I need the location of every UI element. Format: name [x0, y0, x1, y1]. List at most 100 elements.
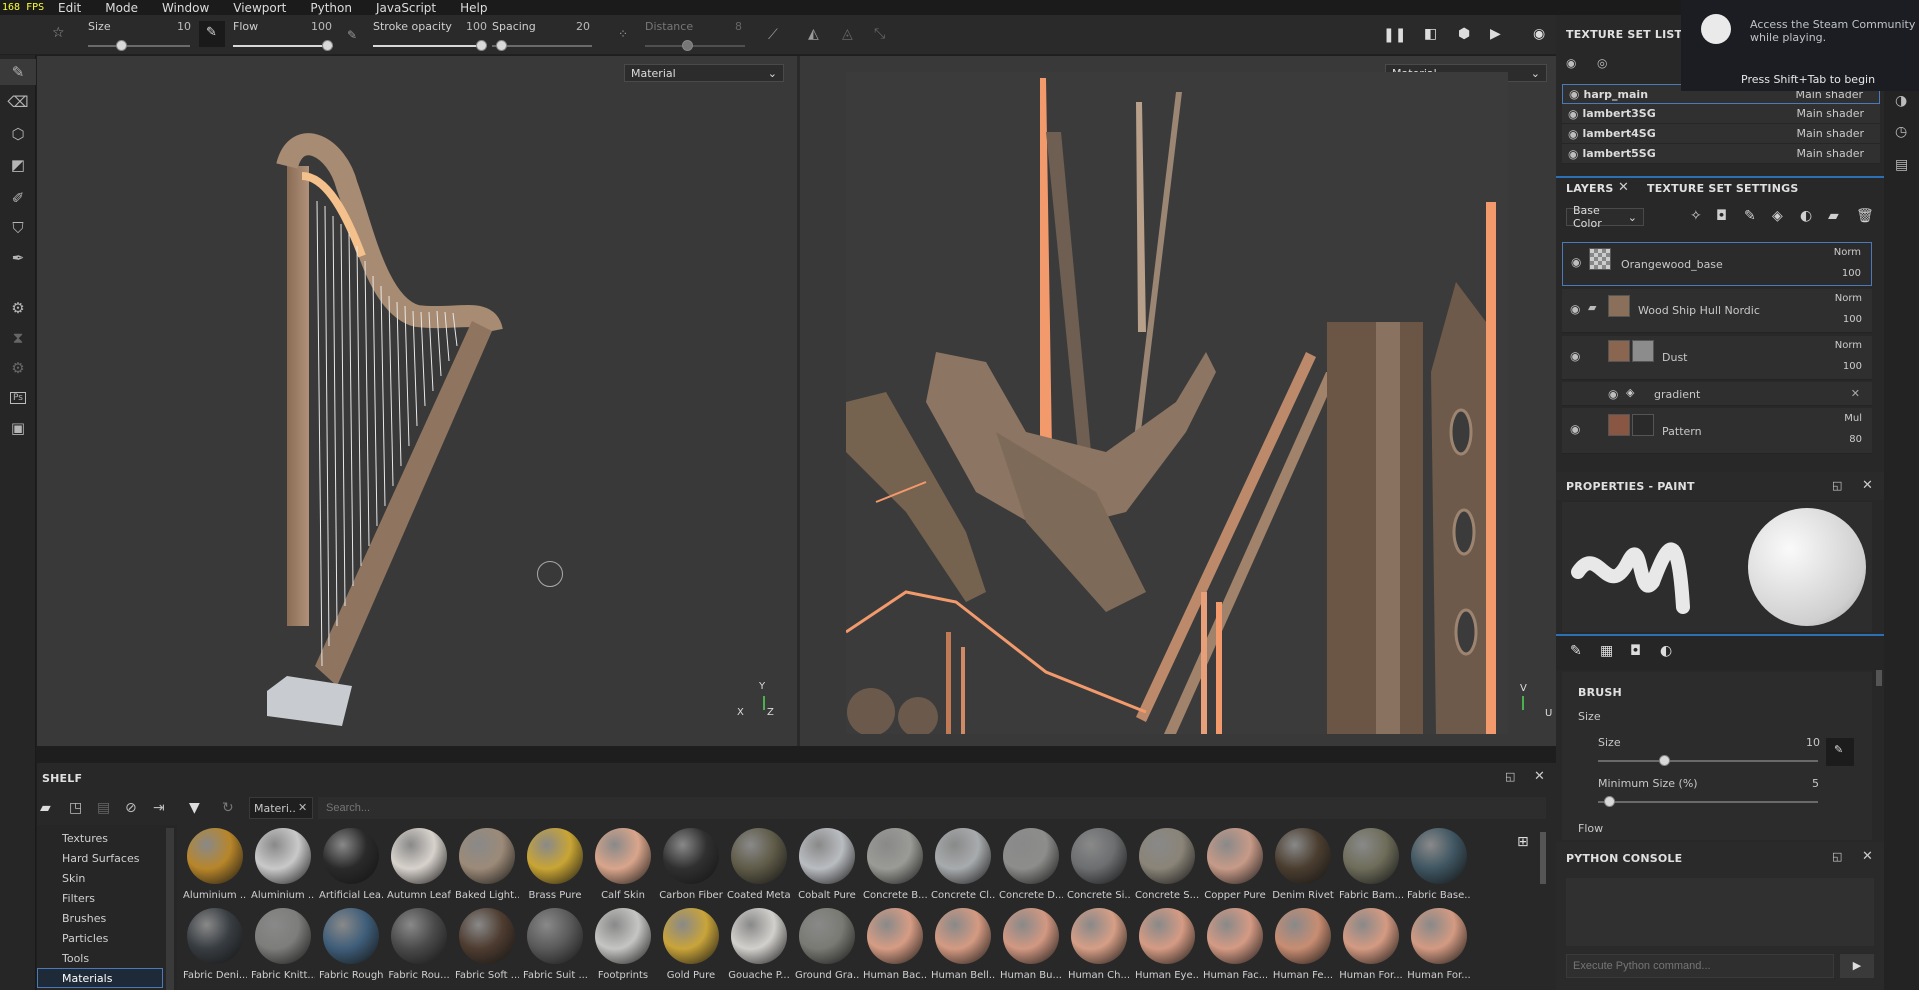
- layer-item[interactable]: ◉ Dust Norm 100: [1562, 336, 1872, 380]
- remove-filter-icon[interactable]: ✕: [298, 801, 307, 814]
- layer-item[interactable]: ◉ Pattern Mul 80: [1562, 408, 1872, 454]
- texture-set-shader[interactable]: Main shader: [1797, 107, 1864, 120]
- material-item[interactable]: Human Fac...: [1203, 908, 1267, 981]
- close-icon[interactable]: ✕: [1534, 769, 1545, 784]
- layer-item[interactable]: ◉ Orangewood_base Norm 100: [1562, 242, 1872, 286]
- visibility-icon[interactable]: ◉: [1569, 87, 1579, 101]
- eye-icon[interactable]: ◉: [1566, 56, 1576, 70]
- material-item[interactable]: Human For...: [1407, 908, 1471, 981]
- layer-blend-mode[interactable]: Norm: [1835, 293, 1862, 304]
- spacing-value[interactable]: 20: [576, 20, 590, 33]
- material-item[interactable]: Ground Gra...: [795, 908, 859, 981]
- material-item[interactable]: Fabric Deni...: [183, 908, 247, 981]
- distance-slider[interactable]: [645, 45, 745, 47]
- visibility-icon[interactable]: ◉: [1568, 107, 1578, 121]
- material-item[interactable]: Human Fe...: [1271, 908, 1335, 981]
- material-item[interactable]: Fabric Rou...: [387, 908, 451, 981]
- visibility-icon[interactable]: ◉: [1568, 147, 1578, 161]
- history-icon[interactable]: ◷: [1895, 124, 1907, 140]
- split-view-icon[interactable]: ◧: [1424, 26, 1437, 42]
- categories-scrollbar[interactable]: [166, 828, 174, 990]
- transform-icon[interactable]: ⤡: [874, 26, 885, 42]
- material-item[interactable]: Human Bell...: [931, 908, 995, 981]
- size-value[interactable]: 10: [177, 20, 191, 33]
- material-item[interactable]: Denim Rivet: [1271, 828, 1335, 901]
- refresh-icon[interactable]: ↻: [222, 800, 234, 816]
- texture-set-row[interactable]: ◉ lambert3SG Main shader: [1562, 104, 1880, 124]
- layer-blend-mode[interactable]: Norm: [1835, 340, 1862, 351]
- stroke-opacity-knob[interactable]: [476, 40, 487, 51]
- pause-icon[interactable]: ❚❚: [1383, 27, 1406, 43]
- visibility-icon[interactable]: ◉: [1570, 422, 1580, 436]
- menu-viewport[interactable]: Viewport: [221, 1, 298, 15]
- material-item[interactable]: Fabric Soft ...: [455, 908, 519, 981]
- layer-effect-item[interactable]: ◉ ◈ gradient ✕: [1562, 382, 1872, 406]
- material-item[interactable]: Carbon Fiber: [659, 828, 723, 901]
- photoshop-export-icon[interactable]: Ps: [0, 385, 36, 411]
- category-filters[interactable]: Filters: [62, 892, 95, 905]
- menu-python[interactable]: Python: [298, 1, 364, 15]
- display-settings-icon[interactable]: ◑: [1895, 93, 1907, 109]
- python-command-input[interactable]: [1566, 954, 1834, 978]
- alignment-icon[interactable]: ⟋: [768, 27, 778, 43]
- paint-brush-tool-icon[interactable]: ✎: [0, 59, 36, 85]
- material-item[interactable]: Concrete Cl...: [931, 828, 995, 901]
- menu-javascript[interactable]: JavaScript: [364, 1, 448, 15]
- add-smart-material-icon[interactable]: ◐: [1800, 208, 1812, 224]
- material-item[interactable]: Fabric Bam...: [1339, 828, 1403, 901]
- close-icon[interactable]: ✕: [1862, 478, 1873, 493]
- size-slider-knob[interactable]: [116, 40, 127, 51]
- category-textures[interactable]: Textures: [62, 832, 108, 845]
- visibility-icon[interactable]: ◉: [1570, 349, 1580, 363]
- flow-slider[interactable]: [233, 45, 333, 47]
- flow-value[interactable]: 100: [311, 20, 332, 33]
- material-item[interactable]: Human Bu...: [999, 908, 1063, 981]
- grid-view-icon[interactable]: ⊞: [1517, 834, 1529, 850]
- material-item[interactable]: Fabric Suit ...: [523, 908, 587, 981]
- shelf-search-input[interactable]: [318, 797, 1546, 819]
- tab-stencil-icon[interactable]: ◘: [1630, 643, 1641, 659]
- layer-opacity[interactable]: 100: [1843, 314, 1862, 325]
- material-item[interactable]: Concrete Si...: [1067, 828, 1131, 901]
- import-icon[interactable]: ⇥: [153, 800, 165, 816]
- hourglass-icon[interactable]: ⧗: [0, 325, 36, 351]
- undock-icon[interactable]: ◱: [1832, 850, 1842, 863]
- layer-item[interactable]: ◉ ▰ Wood Ship Hull Nordic Norm 100: [1562, 289, 1872, 333]
- material-item[interactable]: Human For...: [1339, 908, 1403, 981]
- video-camera-icon[interactable]: ▶: [1490, 26, 1501, 42]
- bake-settings-icon[interactable]: ⚙: [0, 295, 36, 321]
- visibility-icon[interactable]: ◉: [1570, 302, 1580, 316]
- material-item[interactable]: Fabric Knitt...: [251, 908, 315, 981]
- close-icon[interactable]: ✕: [1862, 849, 1873, 864]
- menu-mode[interactable]: Mode: [93, 1, 150, 15]
- size-value[interactable]: 10: [1806, 736, 1820, 749]
- category-brushes[interactable]: Brushes: [62, 912, 106, 925]
- add-paint-layer-icon[interactable]: ✎: [1744, 208, 1756, 224]
- add-fill-layer-icon[interactable]: ◈: [1772, 208, 1783, 224]
- flow-slider-knob[interactable]: [322, 40, 333, 51]
- plugin-icon[interactable]: ⚙: [0, 355, 36, 381]
- distance-slider-knob[interactable]: [682, 40, 693, 51]
- projection-tool-icon[interactable]: ⬡: [0, 121, 36, 147]
- add-folder-icon[interactable]: ▰: [1828, 208, 1839, 224]
- stroke-opacity-value[interactable]: 100: [466, 20, 487, 33]
- layer-blend-mode[interactable]: Mul: [1844, 413, 1862, 424]
- folder-icon[interactable]: ▰: [40, 800, 51, 816]
- layer-opacity[interactable]: 100: [1842, 268, 1861, 279]
- category-materials-selected[interactable]: Materials: [37, 968, 163, 988]
- visibility-icon[interactable]: ◉: [1608, 387, 1618, 401]
- screenshot-icon[interactable]: ◉: [1533, 26, 1545, 42]
- layer-opacity[interactable]: 80: [1849, 434, 1862, 445]
- minimum-size-slider[interactable]: [1598, 801, 1818, 803]
- mirror-uv-icon[interactable]: ◬: [842, 26, 853, 42]
- distance-value[interactable]: 8: [735, 20, 742, 33]
- material-item[interactable]: Aluminium ...: [183, 828, 247, 901]
- symmetry-icon[interactable]: ☆: [52, 25, 65, 41]
- close-icon[interactable]: ✕: [1618, 180, 1629, 195]
- category-tools[interactable]: Tools: [62, 952, 89, 965]
- lazy-mouse-icon[interactable]: ⁘: [618, 27, 628, 41]
- archive-icon[interactable]: ▤: [97, 800, 110, 816]
- category-hard-surfaces[interactable]: Hard Surfaces: [62, 852, 139, 865]
- folder-icon[interactable]: ▰: [1588, 301, 1596, 314]
- material-item[interactable]: Human Bac...: [863, 908, 927, 981]
